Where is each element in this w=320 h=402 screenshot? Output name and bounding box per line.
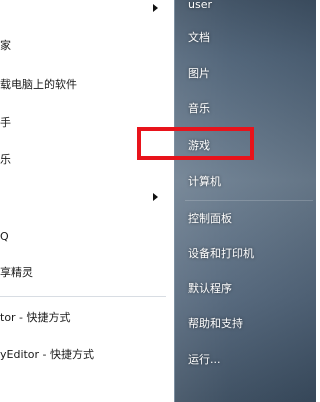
pictures-link[interactable]: 图片 xyxy=(188,58,314,88)
program-item[interactable]: Q xyxy=(0,221,166,251)
program-item[interactable]: 享精灵 xyxy=(0,257,166,287)
program-item-label: 家 xyxy=(0,39,11,52)
music-link[interactable]: 音乐 xyxy=(188,93,314,123)
start-menu: 家 载电脑上的软件 手 乐 Q 享精灵 tor - 快捷方式 yEditor -… xyxy=(0,0,316,402)
program-item[interactable]: 载电脑上的软件 xyxy=(0,69,166,99)
places-panel: user 文档 图片 音乐 游戏 计算机 控制面板 设备和打印机 默认程序 帮助… xyxy=(174,0,316,402)
music-label: 音乐 xyxy=(188,102,210,115)
default-programs-link[interactable]: 默认程序 xyxy=(188,273,314,303)
program-item[interactable]: 家 xyxy=(0,30,166,60)
documents-label: 文档 xyxy=(188,31,210,44)
program-list: 家 载电脑上的软件 手 乐 Q 享精灵 tor - 快捷方式 yEditor -… xyxy=(0,0,174,402)
program-item-label: 手 xyxy=(0,116,11,129)
panel-separator xyxy=(185,200,313,201)
program-item-label: yEditor - 快捷方式 xyxy=(0,348,95,361)
program-item-label: 乐 xyxy=(0,153,11,166)
devices-printers-link[interactable]: 设备和打印机 xyxy=(188,238,314,268)
documents-link[interactable]: 文档 xyxy=(188,22,314,52)
list-separator xyxy=(0,296,166,297)
computer-link[interactable]: 计算机 xyxy=(188,166,314,196)
program-item-label: 载电脑上的软件 xyxy=(0,78,77,91)
default-programs-label: 默认程序 xyxy=(188,282,232,295)
program-item-label: 享精灵 xyxy=(0,266,33,279)
annotation-highlight-box xyxy=(137,127,254,160)
program-item-label: Q xyxy=(0,229,9,243)
submenu-arrow-icon xyxy=(153,193,158,201)
run-link[interactable]: 运行... xyxy=(188,344,314,374)
submenu-arrow-icon xyxy=(153,4,158,12)
program-item-label: tor - 快捷方式 xyxy=(0,311,71,324)
control-panel-label: 控制面板 xyxy=(188,212,232,225)
help-support-link[interactable]: 帮助和支持 xyxy=(188,308,314,338)
user-folder-link[interactable]: user xyxy=(188,0,314,19)
computer-label: 计算机 xyxy=(188,175,221,188)
control-panel-link[interactable]: 控制面板 xyxy=(188,203,314,233)
user-name: user xyxy=(188,0,212,11)
program-item[interactable]: tor - 快捷方式 xyxy=(0,302,166,332)
program-item[interactable]: yEditor - 快捷方式 xyxy=(0,339,166,369)
help-support-label: 帮助和支持 xyxy=(188,317,243,330)
program-item-submenu[interactable] xyxy=(0,182,166,212)
pictures-label: 图片 xyxy=(188,67,210,80)
devices-printers-label: 设备和打印机 xyxy=(188,247,254,260)
run-label: 运行... xyxy=(188,353,221,366)
